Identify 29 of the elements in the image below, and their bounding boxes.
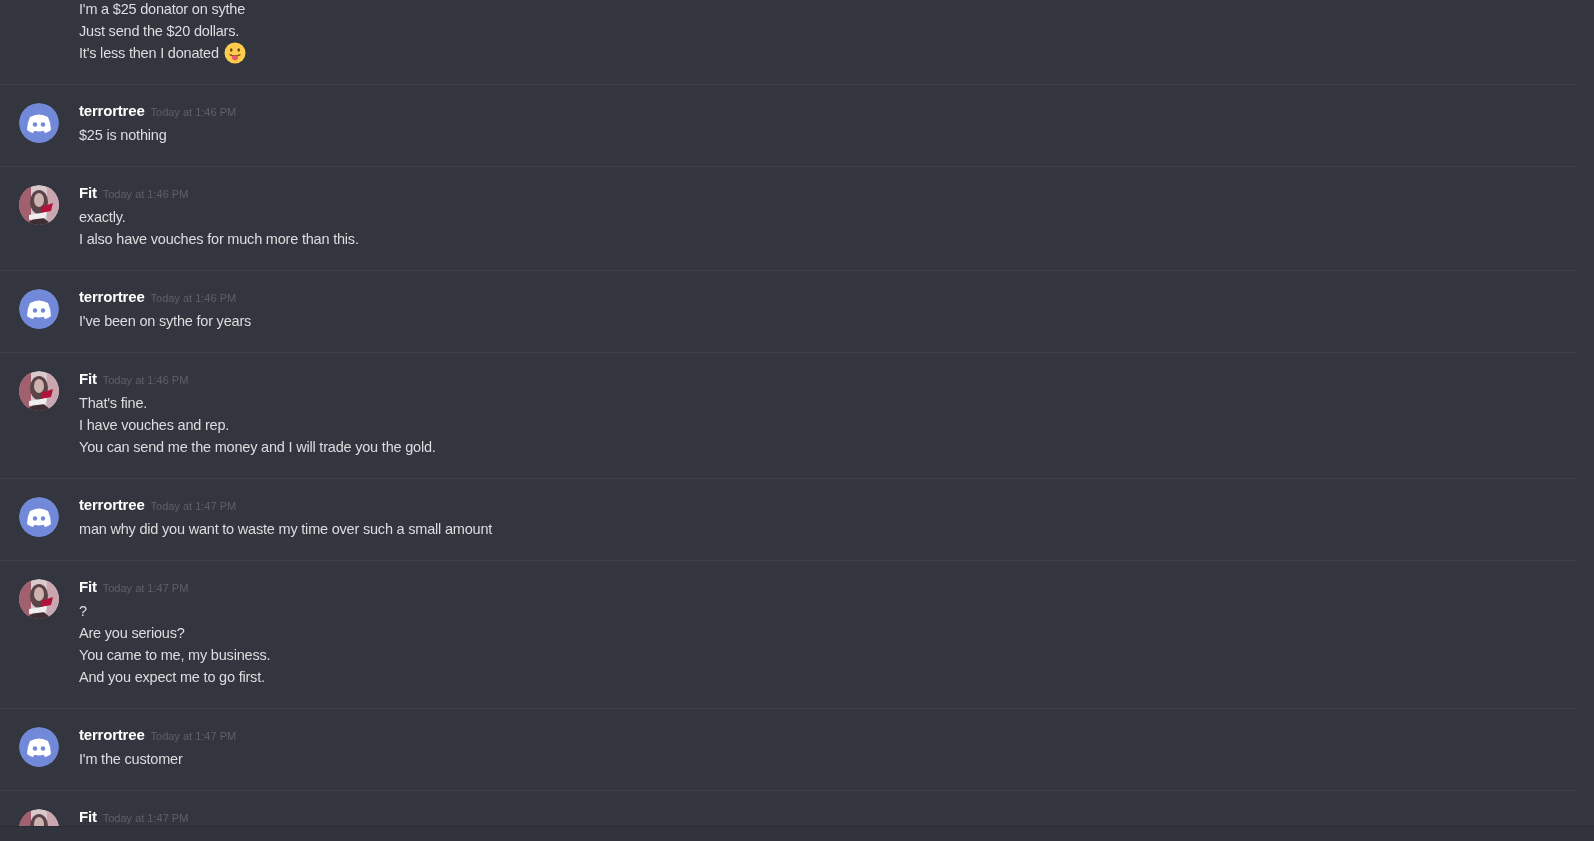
username[interactable]: Fit: [79, 808, 97, 825]
message-text: I also have vouches for much more than this.: [79, 230, 359, 249]
message-text: exactly.: [79, 208, 127, 227]
username[interactable]: terrortree: [79, 496, 145, 513]
message-text: $25 is nothing: [79, 126, 168, 145]
username[interactable]: Fit: [79, 370, 97, 387]
username[interactable]: terrortree: [79, 102, 145, 119]
message-text: I'm the customer: [79, 750, 184, 769]
message-text: I've been on sythe for years: [79, 312, 252, 331]
username[interactable]: Fit: [79, 184, 97, 201]
avatar-icon: [19, 727, 59, 767]
avatar-icon: [19, 497, 59, 537]
message-text: It's less then I donated: [79, 44, 219, 63]
username[interactable]: Fit: [79, 578, 97, 595]
message-text: You can send me the money and I will trade you the gold.: [79, 438, 436, 457]
username[interactable]: terrortree: [79, 726, 145, 743]
message-text: Are you serious?: [79, 624, 186, 643]
message-text: And you expect me to go first.: [79, 668, 266, 687]
message-text: That's fine.: [79, 394, 149, 413]
tongue-emoji-icon: [223, 42, 246, 64]
message-text: man why did you want to waste my time over such a small amount: [79, 520, 493, 539]
message-text: You came to me, my business.: [79, 646, 271, 665]
message-text: I have vouches and rep.: [79, 416, 231, 435]
username[interactable]: terrortree: [79, 288, 145, 305]
message-text: I'm a $25 donator on sythe: [79, 0, 246, 19]
message-text: ?: [79, 602, 88, 621]
avatar-icon: [19, 289, 59, 329]
avatar-icon: [19, 103, 59, 143]
message-text: Just send the $20 dollars.: [79, 22, 241, 41]
